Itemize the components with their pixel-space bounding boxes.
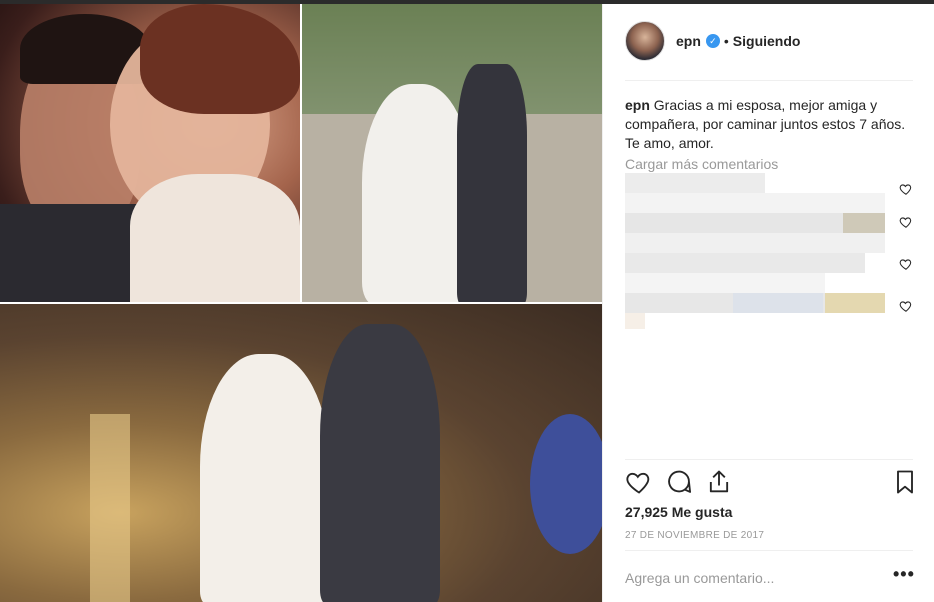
comment-divider	[625, 550, 913, 551]
post-header: epn ✓ • Siguiendo	[625, 18, 800, 64]
blurred-comment	[843, 213, 885, 233]
caption-username[interactable]: epn	[625, 97, 650, 113]
more-options-button[interactable]: •••	[893, 564, 915, 585]
photo-tile-walking	[302, 4, 602, 302]
bride-dress-shape	[362, 84, 472, 302]
small-heart-icon[interactable]	[899, 257, 913, 271]
following-button[interactable]: Siguiendo	[733, 33, 801, 49]
post-caption: epn Gracias a mi esposa, mejor amiga y c…	[625, 96, 915, 153]
post-actions-bar	[625, 468, 915, 498]
groom-shape	[320, 324, 440, 602]
photo-tile-kiss	[0, 304, 602, 602]
separator-dot: •	[723, 33, 729, 49]
comment-icon[interactable]	[665, 468, 693, 496]
blue-hat-shape	[530, 414, 602, 554]
username-link[interactable]: epn	[676, 33, 701, 49]
load-more-comments-link[interactable]: Cargar más comentarios	[625, 156, 778, 172]
groom-suit-shape	[457, 64, 527, 302]
post-side-panel: epn ✓ • Siguiendo epn Gracias a mi espos…	[602, 4, 934, 602]
blurred-comment	[625, 253, 865, 273]
verified-badge-icon: ✓	[705, 34, 720, 48]
share-icon[interactable]	[705, 468, 733, 496]
small-heart-icon[interactable]	[899, 215, 913, 229]
small-heart-icon[interactable]	[899, 182, 913, 196]
post-date[interactable]: 27 DE NOVIEMBRE DE 2017	[625, 530, 764, 541]
bookmark-icon[interactable]	[891, 468, 919, 496]
blurred-comment	[625, 193, 885, 213]
photo-tile-closeup	[0, 4, 300, 302]
garden-background-shape	[302, 4, 602, 114]
blurred-comment	[625, 233, 885, 253]
actions-divider	[625, 459, 913, 460]
add-comment-input[interactable]: Agrega un comentario...	[625, 570, 774, 586]
blurred-comment	[625, 173, 765, 193]
header-divider	[625, 80, 913, 81]
likes-count[interactable]: 27,925 Me gusta	[625, 504, 732, 520]
caption-text: Gracias a mi esposa, mejor amiga y compa…	[625, 97, 906, 151]
blurred-comment	[625, 313, 645, 329]
blurred-comment	[625, 273, 825, 293]
blurred-comment	[825, 293, 885, 313]
woman-veil-shape	[130, 174, 300, 302]
avatar[interactable]	[625, 21, 665, 61]
candle-light-shape	[90, 414, 130, 602]
post-photo-collage[interactable]	[0, 4, 602, 602]
woman-hair-shape	[140, 4, 300, 114]
small-heart-icon[interactable]	[899, 299, 913, 313]
bride-shape	[200, 354, 330, 602]
heart-icon[interactable]	[625, 468, 653, 496]
blurred-comment	[733, 293, 823, 313]
